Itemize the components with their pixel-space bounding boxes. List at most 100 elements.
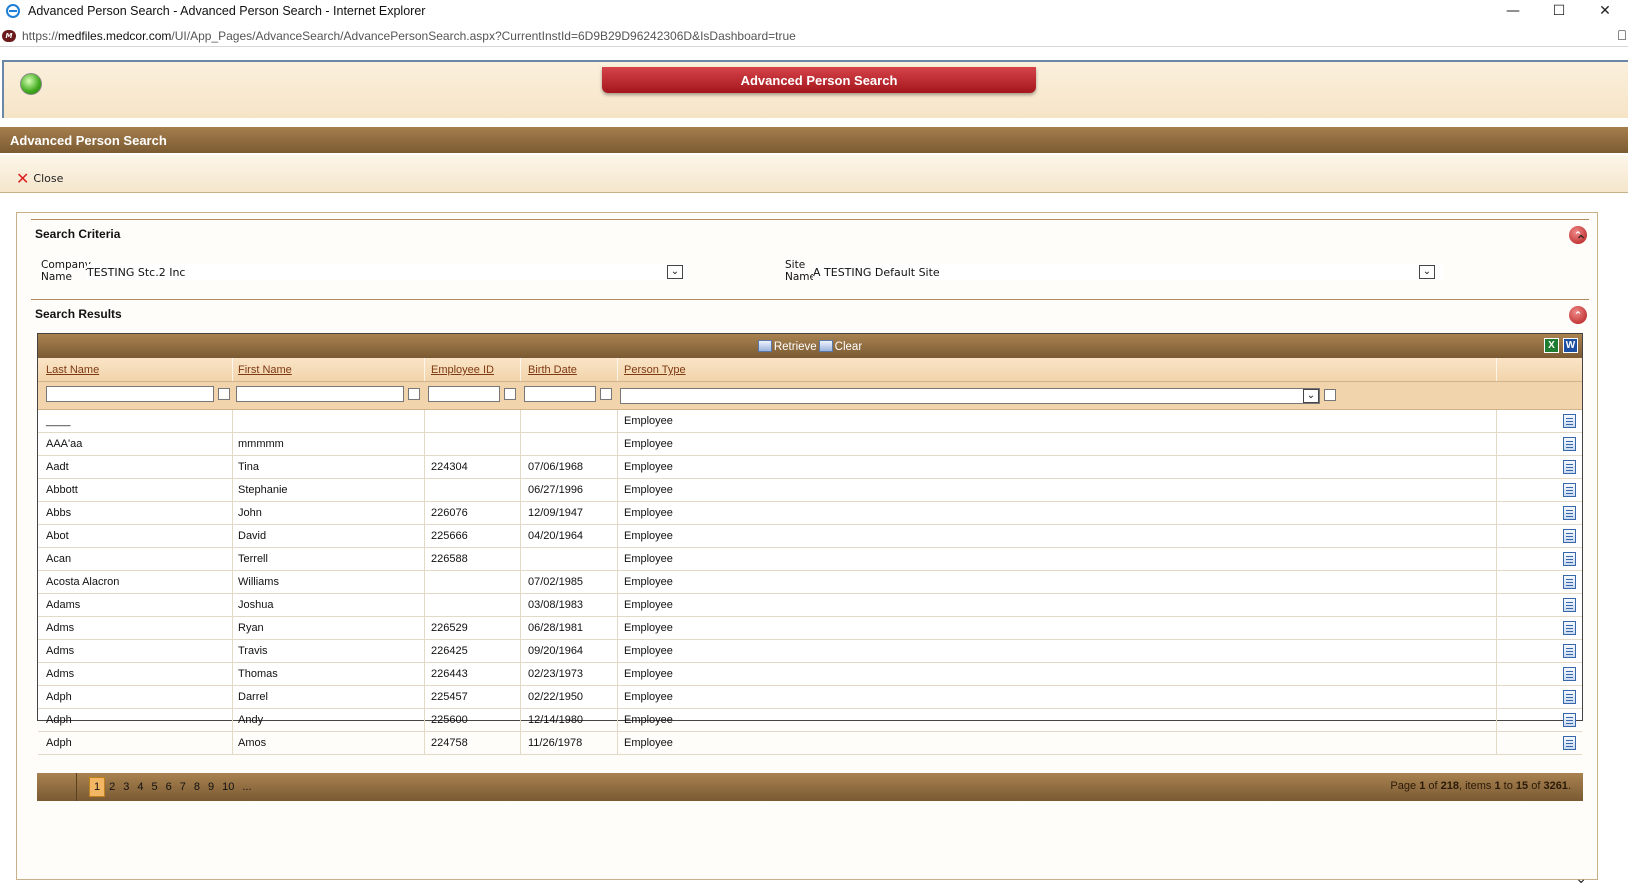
last-name-filter-checkbox[interactable] (218, 388, 230, 400)
row-details-icon[interactable] (1563, 552, 1576, 566)
lock-icon (1618, 30, 1626, 40)
table-row[interactable]: Adph Amos 224758 11/26/1978 Employee (38, 732, 1582, 755)
page-link[interactable]: ... (238, 777, 255, 797)
cell-separator (424, 594, 425, 617)
column-header-last-name[interactable]: Last Name (46, 364, 99, 376)
table-row[interactable]: Adms Ryan 226529 06/28/1981 Employee (38, 617, 1582, 640)
retrieve-button[interactable]: Retrieve (757, 339, 817, 353)
excel-export-icon[interactable]: X (1544, 338, 1559, 353)
row-details-icon[interactable] (1563, 736, 1576, 750)
cell-separator (1496, 548, 1497, 571)
table-row[interactable]: Adph Darrel 225457 02/22/1950 Employee (38, 686, 1582, 709)
site-dropdown-chevron-icon[interactable]: ⌄ (1419, 265, 1435, 279)
page-link[interactable]: 6 (162, 777, 176, 797)
scroll-down-icon[interactable]: ⌄ (1575, 871, 1587, 887)
birth-date-filter-input[interactable] (524, 386, 596, 402)
employee-id-filter-checkbox[interactable] (504, 388, 516, 400)
window-titlebar: Advanced Person Search - Advanced Person… (0, 0, 1628, 22)
page-link[interactable]: 2 (105, 777, 119, 797)
person-type-filter-select[interactable] (620, 388, 1320, 404)
first-name-filter-input[interactable] (236, 386, 404, 402)
row-details-icon[interactable] (1563, 506, 1576, 520)
scroll-up-icon[interactable]: ⌃ (1575, 233, 1587, 249)
row-details-icon[interactable] (1563, 713, 1576, 727)
cell-person-type: Employee (624, 691, 673, 703)
address-bar[interactable]: M https://medfiles.medcor.com/UI/App_Pag… (0, 25, 1628, 47)
column-header-employee-id[interactable]: Employee ID (431, 364, 494, 376)
cell-separator (424, 433, 425, 456)
row-details-icon[interactable] (1563, 437, 1576, 451)
page-link[interactable]: 9 (204, 777, 218, 797)
site-favicon-icon: M (2, 29, 16, 42)
employee-id-filter-input[interactable] (428, 386, 500, 402)
cell-person-type: Employee (624, 484, 673, 496)
column-header-first-name[interactable]: First Name (238, 364, 292, 376)
person-type-dropdown-chevron-icon[interactable]: ⌄ (1303, 389, 1319, 403)
last-name-filter-input[interactable] (46, 386, 214, 402)
company-dropdown-chevron-icon[interactable]: ⌄ (667, 265, 683, 279)
row-details-icon[interactable] (1563, 667, 1576, 681)
word-export-icon[interactable]: W (1563, 338, 1578, 353)
minimize-button[interactable]: — (1490, 0, 1536, 22)
table-row[interactable]: Adams Joshua 03/08/1983 Employee (38, 594, 1582, 617)
cell-separator (424, 410, 425, 433)
table-row[interactable]: AAA'aa mmmmm Employee (38, 433, 1582, 456)
row-details-icon[interactable] (1563, 621, 1576, 635)
page-link[interactable]: 4 (133, 777, 147, 797)
criteria-row: Company Name TESTING Stc.2 Inc ⌄ Site Na… (41, 259, 1581, 285)
app-header: Advanced Person Search (2, 60, 1628, 118)
close-window-button[interactable]: ✕ (1582, 0, 1628, 22)
cell-first-name: Joshua (238, 599, 274, 611)
table-row[interactable]: Abbs John 226076 12/09/1947 Employee (38, 502, 1582, 525)
table-row[interactable]: Abot David 225666 04/20/1964 Employee (38, 525, 1582, 548)
site-name-select[interactable]: A TESTING Default Site (813, 264, 1443, 280)
table-row[interactable]: ____ Employee (38, 410, 1582, 433)
table-row[interactable]: Adms Thomas 226443 02/23/1973 Employee (38, 663, 1582, 686)
row-details-icon[interactable] (1563, 644, 1576, 658)
cell-last-name: Adph (46, 714, 72, 726)
table-row[interactable]: Abbott Stephanie 06/27/1996 Employee (38, 479, 1582, 502)
table-row[interactable]: Acosta Alacron Williams 07/02/1985 Employee (38, 571, 1582, 594)
page-link[interactable]: 3 (119, 777, 133, 797)
url-path: /UI/App_Pages/AdvanceSearch/AdvancePerso… (171, 28, 796, 43)
column-header-birth-date[interactable]: Birth Date (528, 364, 577, 376)
cell-separator (520, 709, 521, 732)
person-type-filter-checkbox[interactable] (1324, 389, 1336, 401)
cell-first-name: Williams (238, 576, 279, 588)
cell-separator (1496, 571, 1497, 594)
table-row[interactable]: Aadt Tina 224304 07/06/1968 Employee (38, 456, 1582, 479)
site-name-value: A TESTING Default Site (813, 265, 940, 279)
url-text[interactable]: https://medfiles.medcor.com/UI/App_Pages… (22, 29, 796, 43)
row-details-icon[interactable] (1563, 690, 1576, 704)
close-button[interactable]: ✕ Close (16, 170, 63, 187)
search-criteria-header: Search Criteria ⌃ (31, 219, 1589, 247)
table-row[interactable]: Acan Terrell 226588 Employee (38, 548, 1582, 571)
row-details-icon[interactable] (1563, 483, 1576, 497)
row-details-icon[interactable] (1563, 575, 1576, 589)
page-link[interactable]: 5 (148, 777, 162, 797)
search-panel: Search Criteria ⌃ Company Name TESTING S… (16, 212, 1598, 887)
company-name-select[interactable]: TESTING Stc.2 Inc (87, 264, 687, 280)
page-link[interactable]: 1 (89, 777, 106, 797)
collapse-results-button[interactable]: ⌃ (1569, 306, 1587, 324)
page-link[interactable]: 7 (176, 777, 190, 797)
first-name-filter-checkbox[interactable] (408, 388, 420, 400)
cell-person-type: Employee (624, 645, 673, 657)
row-details-icon[interactable] (1563, 529, 1576, 543)
page-link[interactable]: 10 (218, 777, 238, 797)
table-row[interactable]: Adph Andy 225600 12/14/1980 Employee (38, 709, 1582, 732)
cell-person-type: Employee (624, 553, 673, 565)
row-details-icon[interactable] (1563, 598, 1576, 612)
maximize-button[interactable]: ☐ (1536, 0, 1582, 22)
cell-separator (1496, 594, 1497, 617)
row-details-icon[interactable] (1563, 460, 1576, 474)
row-details-icon[interactable] (1563, 414, 1576, 428)
birth-date-filter-checkbox[interactable] (600, 388, 612, 400)
column-header-person-type[interactable]: Person Type (624, 364, 686, 376)
cell-separator (617, 732, 618, 755)
page-link[interactable]: 8 (190, 777, 204, 797)
table-row[interactable]: Adms Travis 226425 09/20/1964 Employee (38, 640, 1582, 663)
cell-separator (1496, 410, 1497, 433)
company-label-line2: Name (41, 271, 72, 283)
clear-button[interactable]: Clear (818, 339, 862, 353)
